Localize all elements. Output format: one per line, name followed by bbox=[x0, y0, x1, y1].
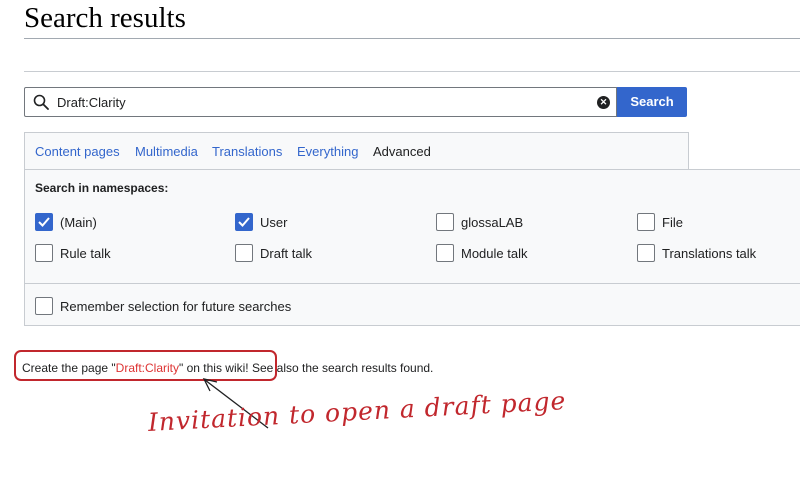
remember-selection[interactable]: Remember selection for future searches bbox=[35, 297, 291, 315]
search-box[interactable]: ✕ bbox=[24, 87, 617, 117]
checkbox[interactable] bbox=[637, 213, 655, 231]
namespace-label: File bbox=[662, 214, 683, 230]
tab-multimedia[interactable]: Multimedia bbox=[135, 144, 198, 159]
panel-divider bbox=[25, 283, 800, 284]
namespace-label: Module talk bbox=[461, 245, 528, 261]
namespace-module-talk[interactable]: Module talk bbox=[436, 244, 527, 262]
page-title: Search results bbox=[24, 2, 186, 34]
checkbox[interactable] bbox=[235, 244, 253, 262]
search-profile-tabs: Content pages Multimedia Translations Ev… bbox=[24, 132, 689, 169]
content-divider bbox=[24, 71, 800, 72]
namespace-user[interactable]: User bbox=[235, 213, 287, 231]
namespace-label: User bbox=[260, 214, 288, 230]
tab-content-pages[interactable]: Content pages bbox=[35, 144, 120, 159]
checkbox[interactable] bbox=[436, 244, 454, 262]
namespace-main[interactable]: (Main) bbox=[35, 213, 97, 231]
tab-everything[interactable]: Everything bbox=[297, 144, 358, 159]
checkbox[interactable] bbox=[35, 213, 53, 231]
title-divider bbox=[24, 38, 800, 39]
tab-advanced[interactable]: Advanced bbox=[373, 144, 431, 159]
remember-selection-label: Remember selection for future searches bbox=[60, 298, 292, 314]
see-also-text: See also the search results found. bbox=[251, 361, 434, 375]
checkbox[interactable] bbox=[436, 213, 454, 231]
namespace-translations-talk[interactable]: Translations talk bbox=[637, 244, 756, 262]
search-icon bbox=[33, 94, 49, 110]
namespace-glossalab[interactable]: glossaLAB bbox=[436, 213, 523, 231]
advanced-options-panel: Search in namespaces: (Main) User glossa… bbox=[24, 169, 800, 326]
namespace-label: glossaLAB bbox=[461, 214, 524, 230]
namespace-label: Draft talk bbox=[260, 245, 313, 261]
search-input[interactable] bbox=[57, 92, 577, 112]
search-button[interactable]: Search bbox=[617, 87, 687, 117]
namespace-label: Rule talk bbox=[60, 245, 111, 261]
checkbox[interactable] bbox=[637, 244, 655, 262]
checkbox[interactable] bbox=[35, 297, 53, 315]
namespace-label: (Main) bbox=[60, 214, 97, 230]
checkbox[interactable] bbox=[35, 244, 53, 262]
clear-icon[interactable]: ✕ bbox=[597, 96, 610, 109]
annotation-highlight-box bbox=[14, 350, 277, 381]
annotation-text: Invitation to open a draft page bbox=[147, 386, 567, 437]
checkbox[interactable] bbox=[235, 213, 253, 231]
namespace-file[interactable]: File bbox=[637, 213, 683, 231]
tab-translations[interactable]: Translations bbox=[212, 144, 282, 159]
namespaces-heading: Search in namespaces: bbox=[35, 181, 169, 195]
namespace-rule-talk[interactable]: Rule talk bbox=[35, 244, 111, 262]
namespace-draft-talk[interactable]: Draft talk bbox=[235, 244, 312, 262]
namespace-label: Translations talk bbox=[662, 245, 757, 261]
